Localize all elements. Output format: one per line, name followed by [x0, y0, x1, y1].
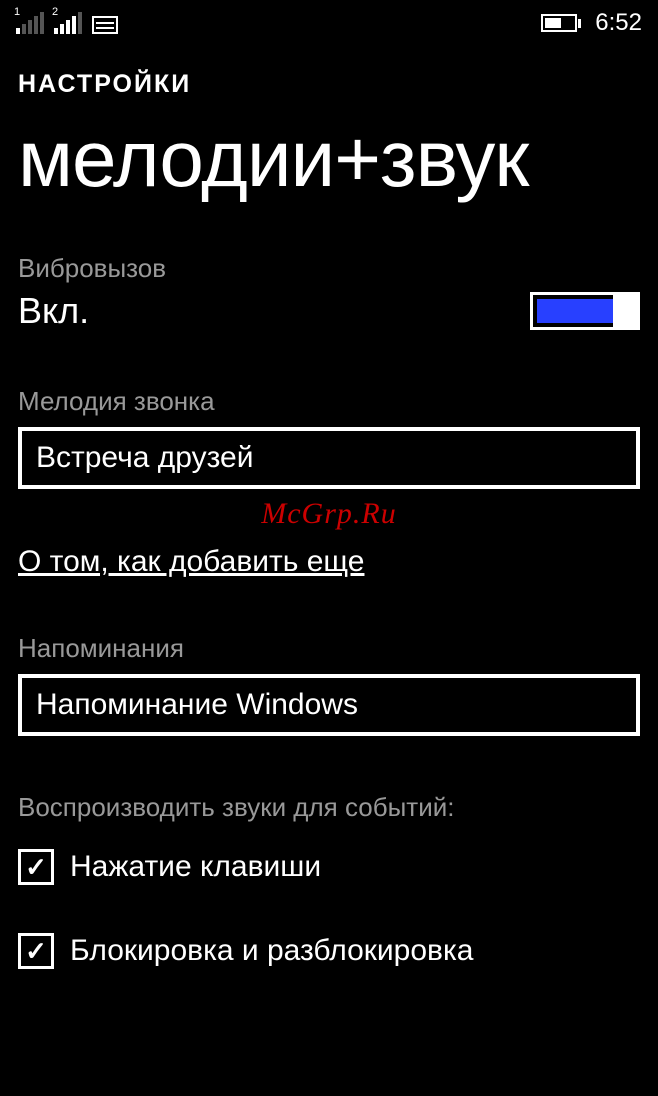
vibrate-toggle[interactable] — [530, 292, 640, 330]
reminders-label: Напоминания — [18, 633, 640, 664]
reminders-select[interactable]: Напоминание Windows — [18, 674, 640, 736]
ringtone-select[interactable]: Встреча друзей — [18, 427, 640, 489]
clock: 6:52 — [595, 9, 642, 37]
sounds-section: Воспроизводить звуки для событий: ✓ Нажа… — [18, 792, 640, 969]
vibrate-label: Вибровызов — [18, 253, 640, 284]
checkbox-lock-label: Блокировка и разблокировка — [70, 934, 473, 968]
reminders-group: Напоминания Напоминание Windows — [18, 633, 640, 736]
checkmark-icon: ✓ — [25, 854, 47, 880]
notification-icon — [92, 16, 118, 34]
ringtone-group: Мелодия звонка Встреча друзей — [18, 386, 640, 489]
add-more-link[interactable]: О том, как добавить еще — [18, 545, 364, 579]
sim1-signal: 1 — [16, 12, 44, 34]
status-bar: 1 2 — [0, 0, 658, 42]
checkbox-keypress[interactable]: ✓ Нажатие клавиши — [18, 849, 640, 885]
sim2-signal: 2 — [54, 12, 82, 34]
section-label: НАСТРОЙКИ — [18, 70, 640, 99]
checkbox-keypress-label: Нажатие клавиши — [70, 850, 321, 884]
checkbox-keypress-box: ✓ — [18, 849, 54, 885]
checkmark-icon: ✓ — [25, 938, 47, 964]
status-left: 1 2 — [16, 12, 118, 34]
ringtone-label: Мелодия звонка — [18, 386, 640, 417]
sim2-label: 2 — [52, 6, 58, 18]
battery-icon — [541, 14, 581, 32]
vibrate-group: Вибровызов Вкл. — [18, 253, 640, 332]
checkbox-lock-box: ✓ — [18, 933, 54, 969]
sim1-label: 1 — [14, 6, 20, 18]
watermark-text: McGrp.Ru — [18, 497, 640, 531]
vibrate-value: Вкл. — [18, 290, 89, 332]
status-right: 6:52 — [541, 9, 642, 37]
sounds-label: Воспроизводить звуки для событий: — [18, 792, 640, 823]
page-title: мелодии+звук — [18, 113, 640, 205]
checkbox-lock[interactable]: ✓ Блокировка и разблокировка — [18, 933, 640, 969]
